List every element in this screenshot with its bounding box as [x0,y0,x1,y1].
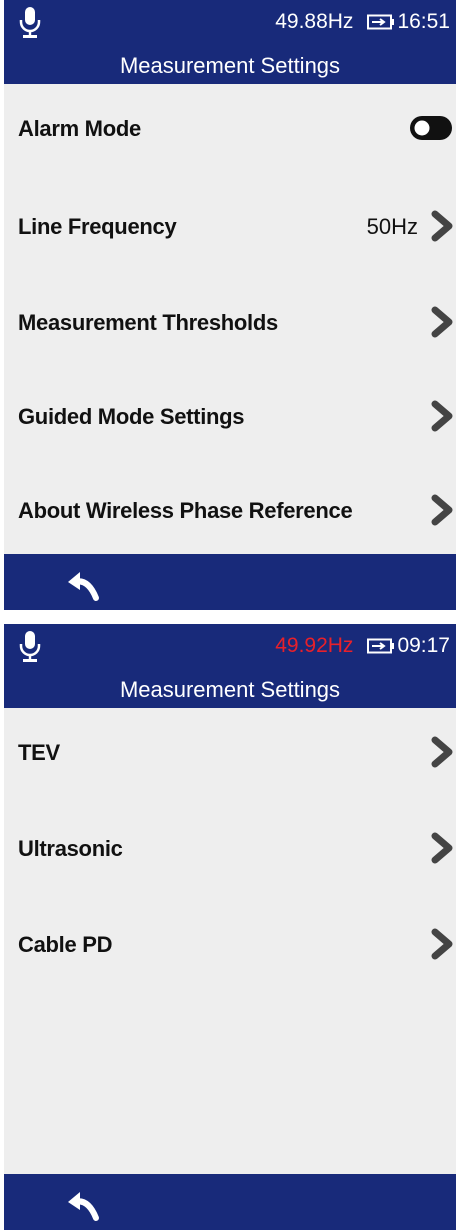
chevron-right-icon [431,928,453,960]
page-title: Measurement Settings [119,677,341,702]
line-frequency-row[interactable]: Line Frequency 50Hz [4,196,456,256]
alarm-mode-row[interactable]: Alarm Mode [4,98,456,158]
chevron-right-icon [431,400,453,432]
chevron-right-icon [431,736,453,768]
page-title: Measurement Settings [119,53,341,78]
measurement-settings-screen-1: 49.88Hz 16:51 Measurement Settings Alarm… [4,0,456,610]
alarm-mode-label: Alarm Mode [18,116,141,141]
battery-icon [367,638,395,654]
back-arrow-icon[interactable] [66,568,104,602]
battery-icon [367,14,395,30]
line-frequency-value: 50Hz [366,214,418,239]
toggle-switch-icon[interactable] [410,116,452,140]
line-frequency-readout: 49.88Hz [275,10,354,33]
ultrasonic-label: Ultrasonic [18,836,123,861]
guided-mode-settings-row[interactable]: Guided Mode Settings [4,386,456,446]
header: 49.88Hz 16:51 Measurement Settings [4,0,456,84]
measurement-settings-screen-2: 49.92Hz 09:17 Measurement Settings TEV U… [4,624,456,1230]
status-bar: 49.92Hz 09:17 [275,634,450,658]
guided-mode-settings-label: Guided Mode Settings [18,404,245,429]
tev-label: TEV [18,740,60,765]
about-wireless-phase-reference-label: About Wireless Phase Reference [18,498,353,523]
status-bar: 49.88Hz 16:51 [275,10,450,34]
clock: 09:17 [397,634,450,657]
back-arrow-icon[interactable] [66,1188,104,1222]
chevron-right-icon [431,494,453,526]
measurement-thresholds-label: Measurement Thresholds [18,310,278,335]
chevron-right-icon [431,306,453,338]
cable-pd-label: Cable PD [18,932,113,957]
about-wireless-phase-reference-row[interactable]: About Wireless Phase Reference [4,480,456,540]
footer-bar [4,1174,456,1230]
line-frequency-label: Line Frequency [18,214,177,239]
footer-bar [4,554,456,610]
header: 49.92Hz 09:17 Measurement Settings [4,624,456,708]
microphone-icon [19,631,41,662]
microphone-icon [19,7,41,38]
cable-pd-row[interactable]: Cable PD [4,914,456,974]
chevron-right-icon [431,832,453,864]
clock: 16:51 [397,10,450,33]
tev-row[interactable]: TEV [4,722,456,782]
ultrasonic-row[interactable]: Ultrasonic [4,818,456,878]
measurement-thresholds-row[interactable]: Measurement Thresholds [4,292,456,352]
line-frequency-readout: 49.92Hz [275,634,354,657]
chevron-right-icon [431,210,453,242]
